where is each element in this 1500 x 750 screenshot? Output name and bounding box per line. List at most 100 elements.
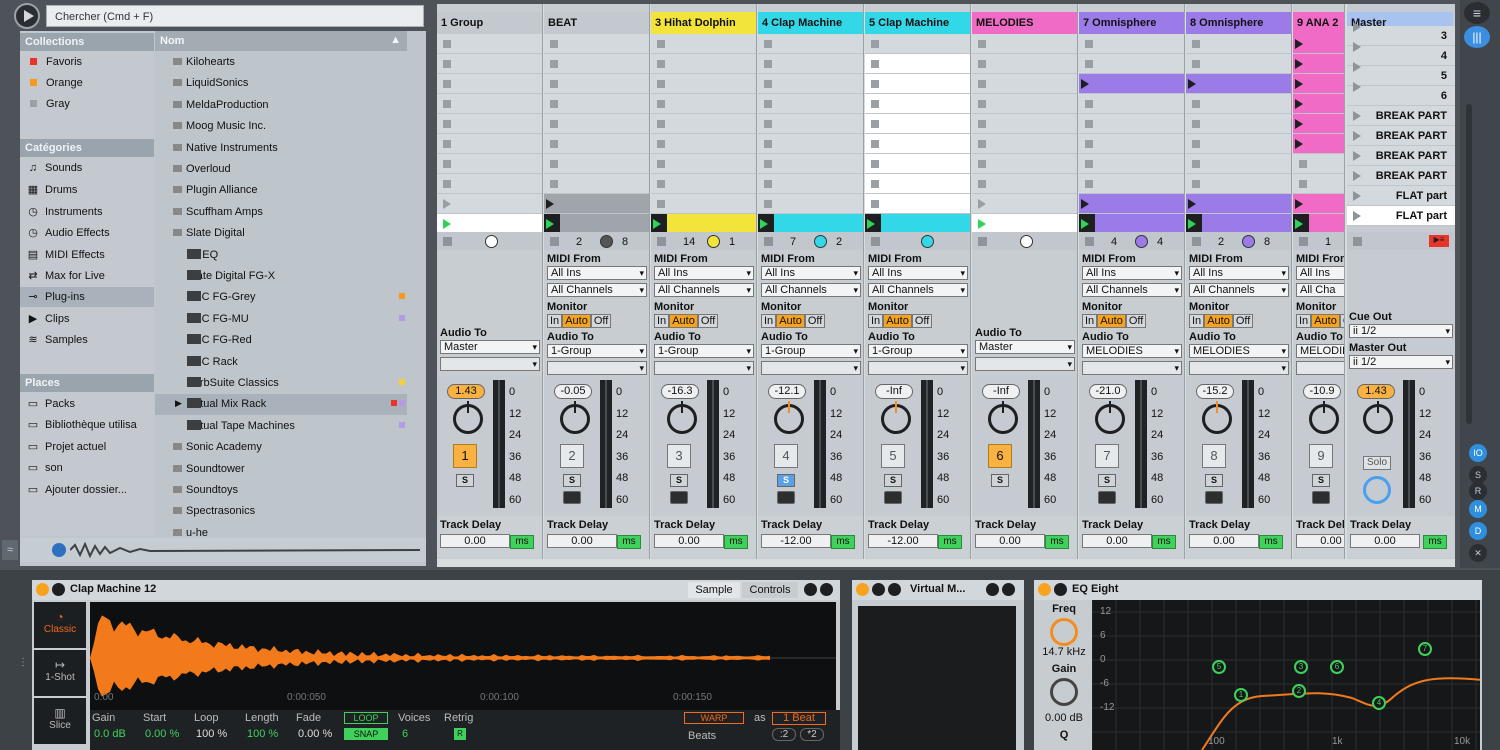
output-channel-field[interactable]	[654, 361, 754, 375]
stop-icon[interactable]	[1299, 237, 1308, 246]
browser-list-item[interactable]: Scuffham Amps	[155, 202, 407, 223]
track-activator-button[interactable]: 3	[667, 444, 691, 468]
browser-list-item[interactable]: VBC FG-Grey	[155, 287, 407, 308]
audio-to-dropdown[interactable]: 1-Group	[547, 344, 647, 358]
param-value[interactable]: 0.00 %	[145, 728, 179, 740]
clip-slot[interactable]	[865, 34, 970, 54]
midi-from-dropdown[interactable]: All Ins	[1082, 266, 1182, 280]
monitor-off-button[interactable]: Off	[911, 314, 933, 328]
monitor-in-button[interactable]: In	[761, 314, 777, 328]
track-activator-button[interactable]: 4	[774, 444, 798, 468]
browser-list-item[interactable]: Plugin Alliance	[155, 180, 407, 201]
ms-toggle[interactable]: ms	[617, 535, 641, 549]
browser-list-item[interactable]: Slate Digital FG-X	[155, 266, 407, 287]
clip-slot[interactable]	[1186, 54, 1291, 74]
track-delay-field[interactable]: 0.00	[440, 534, 510, 548]
solo-button[interactable]: S	[1098, 474, 1116, 487]
retrig-toggle[interactable]: R	[454, 728, 466, 740]
browser-list-item[interactable]: Soundtower	[155, 459, 407, 480]
clip-slot[interactable]	[1079, 214, 1184, 234]
output-channel-field[interactable]	[547, 361, 647, 375]
browser-list-item[interactable]: Slate Digital	[155, 223, 407, 244]
clip-slot[interactable]	[1186, 114, 1291, 134]
track-delay-field[interactable]: 0.00	[975, 534, 1045, 548]
track-header[interactable]: 4 Clap Machine	[758, 12, 863, 34]
device-save-icon[interactable]	[820, 583, 833, 596]
eq-band-node[interactable]: 2	[1292, 684, 1306, 698]
monitor-off-button[interactable]: Off	[1339, 314, 1344, 328]
clip-slot[interactable]	[972, 54, 1077, 74]
stop-icon[interactable]	[1192, 237, 1201, 246]
collection-item[interactable]: Gray	[20, 95, 154, 115]
midi-from-dropdown[interactable]: All Ins	[1189, 266, 1289, 280]
monitor-auto-button[interactable]: Auto	[1311, 314, 1340, 328]
clip-slot[interactable]	[1079, 94, 1184, 114]
track-volume-field[interactable]: -12.1	[768, 384, 806, 399]
browser-list-item[interactable]: Sonic Academy	[155, 437, 407, 458]
audio-to-dropdown[interactable]: MELODIES	[1189, 344, 1289, 358]
clip-slot[interactable]	[651, 174, 756, 194]
arm-button[interactable]	[563, 491, 581, 504]
clip-slot[interactable]	[651, 154, 756, 174]
voices-value[interactable]: 6	[402, 728, 408, 740]
track-delay-field[interactable]: 0.00	[654, 534, 724, 548]
track-volume-field[interactable]: -10.9	[1303, 384, 1341, 399]
midi-from-dropdown[interactable]: All Ins	[547, 266, 647, 280]
stop-icon[interactable]	[1353, 237, 1362, 246]
cue-volume-knob[interactable]	[1363, 476, 1391, 504]
controls-tab[interactable]: Controls	[742, 582, 798, 598]
track-header[interactable]: 1 Group	[437, 12, 542, 34]
clip-slot[interactable]	[437, 34, 542, 54]
clip-slot[interactable]	[651, 214, 756, 234]
category-item[interactable]: ⊸ Plug-ins	[20, 287, 154, 308]
category-item[interactable]: ▶ Clips	[20, 309, 154, 329]
ms-toggle[interactable]: ms	[1152, 535, 1176, 549]
param-value[interactable]: 100 %	[196, 728, 227, 740]
monitor-in-button[interactable]: In	[1082, 314, 1098, 328]
solo-button[interactable]: S	[1312, 474, 1330, 487]
device-hotswap-icon[interactable]	[986, 583, 999, 596]
clip-slot[interactable]	[1186, 154, 1291, 174]
audio-to-dropdown[interactable]: 1-Group	[761, 344, 861, 358]
io-toggle-icon[interactable]: IO	[1469, 444, 1487, 462]
eq-band-node[interactable]: 1	[1234, 688, 1248, 702]
midi-channel-dropdown[interactable]: All Channels	[868, 283, 968, 297]
clip-slot[interactable]	[1293, 154, 1344, 174]
stop-icon[interactable]	[443, 237, 452, 246]
pan-knob[interactable]	[774, 401, 804, 434]
midi-from-dropdown[interactable]: All Ins	[1296, 266, 1344, 280]
clip-slot[interactable]	[1186, 174, 1291, 194]
browser-list-item[interactable]: VBC FG-Red	[155, 330, 407, 351]
device-hotswap-icon[interactable]	[804, 583, 817, 596]
clip-slot[interactable]	[1186, 134, 1291, 154]
device-fold-icon[interactable]	[872, 583, 885, 596]
clip-slot[interactable]	[1293, 194, 1344, 214]
monitor-off-button[interactable]: Off	[804, 314, 826, 328]
clip-slot[interactable]	[758, 154, 863, 174]
category-item[interactable]: ◷ Audio Effects	[20, 223, 154, 243]
clip-slot[interactable]	[972, 154, 1077, 174]
clip-slot[interactable]	[437, 94, 542, 114]
arm-button[interactable]	[670, 491, 688, 504]
clip-slot[interactable]	[1186, 94, 1291, 114]
midi-from-dropdown[interactable]: All Ins	[868, 266, 968, 280]
clip-slot[interactable]	[1186, 74, 1291, 94]
category-item[interactable]: ⇄ Max for Live	[20, 266, 154, 286]
crossfader-toggle-icon[interactable]: ✕	[1469, 544, 1487, 562]
category-item[interactable]: ▦ Drums	[20, 180, 154, 200]
warp-beat-field[interactable]: 1 Beat	[772, 712, 826, 725]
eq-band-node[interactable]: 7	[1418, 642, 1432, 656]
monitor-off-button[interactable]: Off	[1232, 314, 1254, 328]
track-delay-field[interactable]: -12.00	[761, 534, 831, 548]
ms-toggle[interactable]: ms	[724, 535, 748, 549]
device-activator-icon[interactable]	[856, 583, 869, 596]
clip-slot[interactable]	[1186, 194, 1291, 214]
output-channel-field[interactable]	[440, 357, 540, 371]
audio-to-dropdown[interactable]: MELODIE	[1296, 344, 1344, 358]
track-activator-button[interactable]: 6	[988, 444, 1012, 468]
eq-band-node[interactable]: 4	[1372, 696, 1386, 710]
track-delay-field[interactable]: 0.00	[1296, 534, 1344, 548]
place-item[interactable]: ▭ Ajouter dossier...	[20, 480, 154, 500]
stop-icon[interactable]	[1085, 237, 1094, 246]
clip-slot[interactable]	[1293, 94, 1344, 114]
